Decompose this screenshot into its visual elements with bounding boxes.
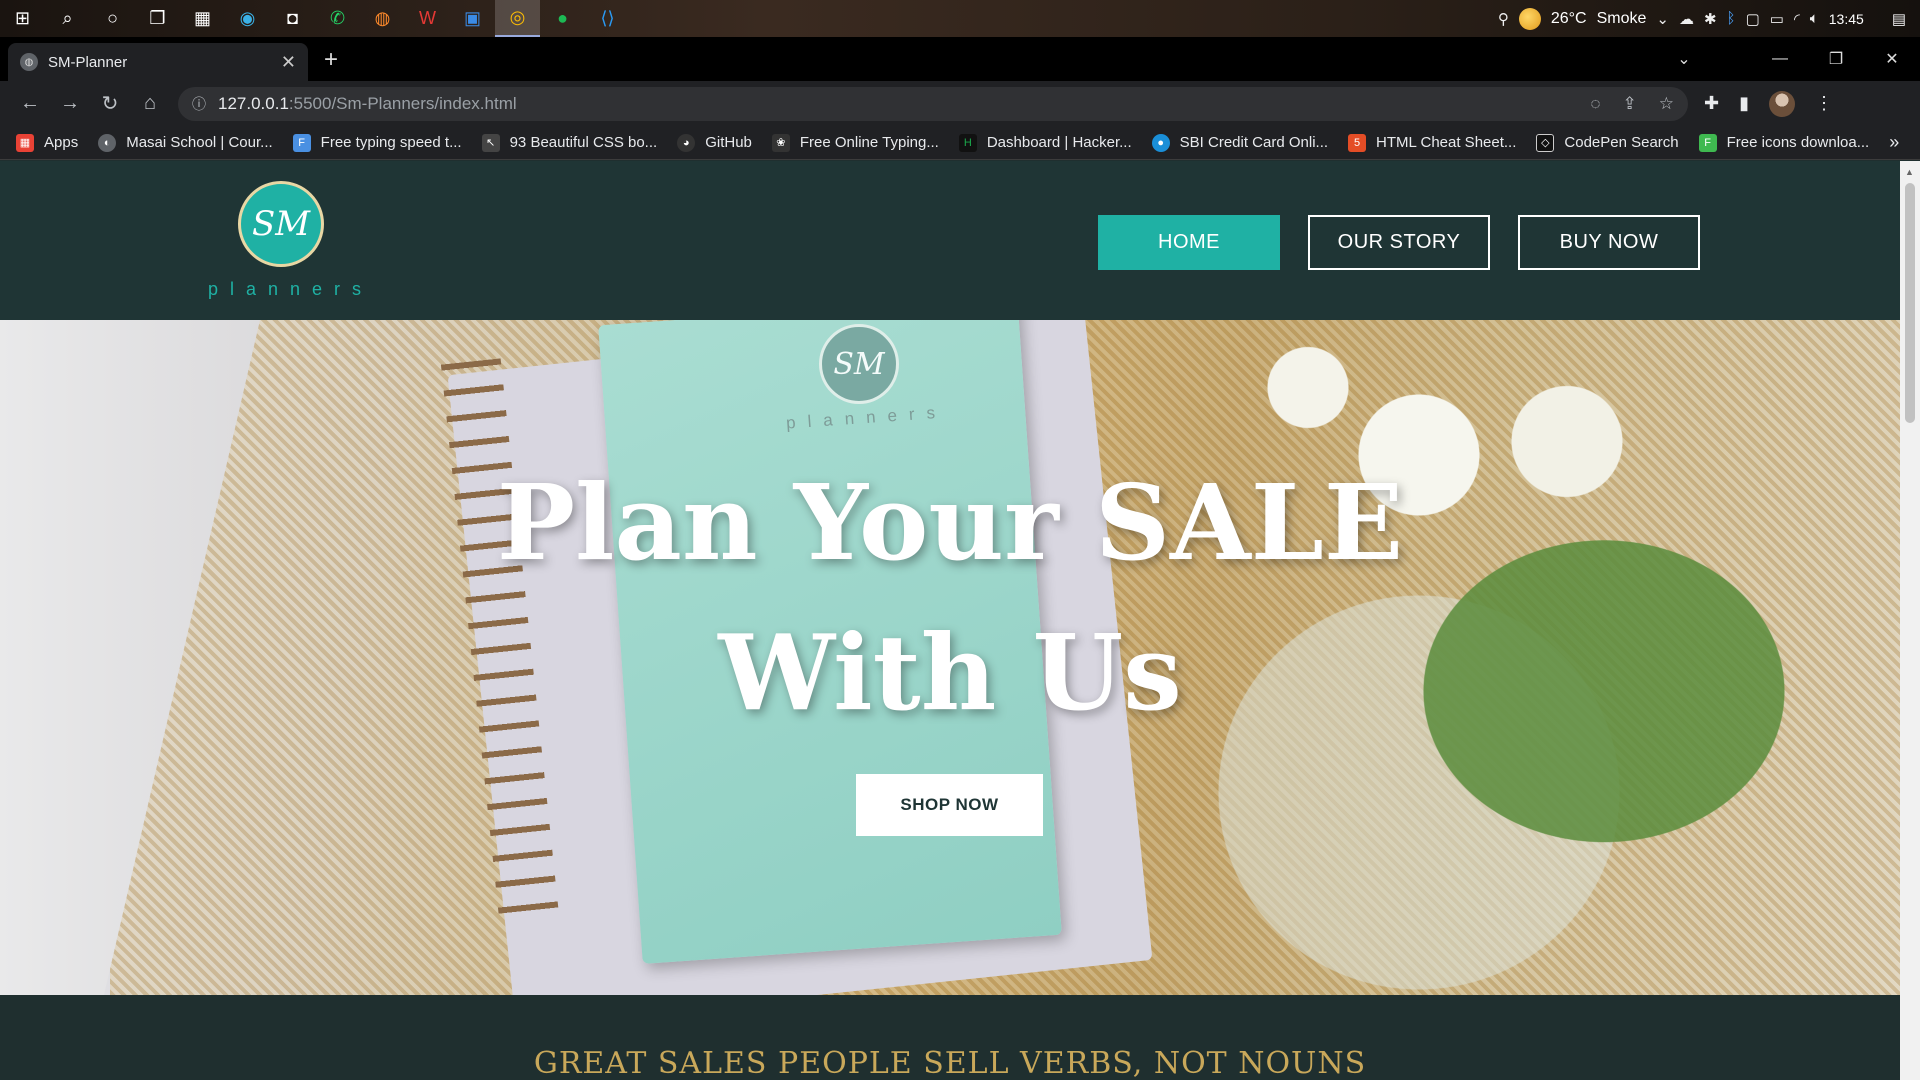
browser-toolbar: ← → ↻ ⌂ ⓘ 127.0.0.1:5500/Sm-Planners/ind…: [0, 81, 1920, 126]
close-window-icon[interactable]: ✕: [1864, 49, 1920, 69]
vscode-icon[interactable]: ⟨⟩: [585, 0, 630, 37]
scroll-up-icon[interactable]: ▲: [1905, 167, 1914, 177]
weather-desc[interactable]: Smoke: [1597, 10, 1647, 28]
eye-off-icon[interactable]: ◌: [1590, 94, 1600, 114]
slack-icon[interactable]: ✱: [1704, 10, 1717, 28]
address-bar[interactable]: ⓘ 127.0.0.1:5500/Sm-Planners/index.html …: [178, 86, 1688, 121]
task-view-icon[interactable]: ❐: [135, 0, 180, 37]
bookmark-item[interactable]: H Dashboard | Hacker...: [958, 133, 1132, 152]
chevron-up-icon[interactable]: ⌄: [1656, 10, 1669, 28]
forward-icon[interactable]: →: [50, 92, 90, 115]
url-path: :5500/Sm-Planners/index.html: [288, 93, 517, 113]
bookmarks-bar: ▦ Apps ◐ Masai School | Cour... F Free typi…: [0, 126, 1920, 160]
new-tab-icon[interactable]: +: [324, 46, 338, 74]
github-icon: ◕: [677, 133, 696, 152]
chrome-icon[interactable]: ◎: [495, 0, 540, 37]
windows-start-icon[interactable]: ⊞: [0, 0, 45, 37]
flaticon-icon: F: [1698, 133, 1717, 152]
nav-buy-now[interactable]: BUY NOW: [1518, 215, 1700, 270]
hero-photo-monogram: SM: [819, 324, 899, 404]
weather-icon[interactable]: [1518, 7, 1541, 30]
logo-text: planners: [208, 279, 374, 299]
windows-taskbar: ⊞ ⌕ ○ ❐ ▦ ◉ ◘ ✆ ◍ W ▣ ◎ ● ⟨⟩ ⚲ 26°C Smok…: [0, 0, 1920, 37]
volume-icon[interactable]: 🔈︎: [1810, 10, 1819, 27]
html5-icon: 5: [1348, 133, 1367, 152]
clock[interactable]: 13:45: [1829, 11, 1864, 27]
tab-search-icon[interactable]: ⌄: [1656, 49, 1712, 69]
weather-temp[interactable]: 26°C: [1551, 10, 1587, 28]
wps-office-icon[interactable]: W: [405, 0, 450, 37]
bookmark-item[interactable]: 5 HTML Cheat Sheet...: [1348, 133, 1516, 152]
logo-monogram: SM: [238, 181, 324, 267]
store-icon[interactable]: ▣: [450, 0, 495, 37]
onedrive-icon[interactable]: ☁: [1679, 10, 1694, 28]
nav-our-story[interactable]: OUR STORY: [1308, 215, 1490, 270]
bookmark-star-icon[interactable]: ☆: [1659, 94, 1674, 114]
cursor-icon: ↖: [481, 133, 500, 152]
hero-title-line1: Plan Your SALE: [496, 461, 1404, 584]
page-viewport: SM planners HOME OUR STORY BUY NOW SM pl…: [0, 161, 1900, 1080]
reload-icon[interactable]: ↻: [90, 91, 130, 116]
site-header: SM planners HOME OUR STORY BUY NOW: [0, 161, 1900, 320]
sbi-icon: ●: [1151, 133, 1170, 152]
spotify-icon[interactable]: ●: [540, 0, 585, 37]
nav-home[interactable]: HOME: [1098, 215, 1280, 270]
url-host: 127.0.0.1: [218, 93, 289, 113]
main-nav: HOME OUR STORY BUY NOW: [1098, 215, 1700, 270]
bookmark-item[interactable]: ◐ Masai School | Cour...: [98, 133, 273, 152]
notifications-icon[interactable]: ▤: [1892, 10, 1906, 28]
back-icon[interactable]: ←: [10, 92, 50, 115]
battery-icon[interactable]: ▭: [1770, 10, 1784, 28]
bookmark-item[interactable]: F Free icons downloa...: [1698, 133, 1869, 152]
browser-tab[interactable]: ◍ SM-Planner ✕: [8, 43, 308, 81]
camera-icon[interactable]: ◘: [270, 0, 315, 37]
bluetooth-icon[interactable]: ᛒ: [1727, 10, 1736, 27]
shop-now-button[interactable]: SHOP NOW: [856, 774, 1043, 836]
codepen-icon: ◇: [1536, 133, 1555, 152]
wifi-icon[interactable]: ◜: [1794, 10, 1800, 28]
whatsapp-icon[interactable]: ✆: [315, 0, 360, 37]
profile-avatar[interactable]: [1769, 90, 1795, 117]
hackerrank-icon: H: [958, 133, 977, 152]
restore-icon[interactable]: ❐: [1808, 49, 1864, 69]
bookmark-item[interactable]: ◇ CodePen Search: [1536, 133, 1679, 152]
bookmark-item[interactable]: ◕ GitHub: [677, 133, 752, 152]
typing-icon: F: [292, 133, 311, 152]
paw-icon: ❀: [771, 133, 790, 152]
people-icon[interactable]: ⚲: [1498, 10, 1509, 28]
hero-section: SM planners Plan Your SALE With Us SHOP …: [0, 320, 1900, 995]
search-icon[interactable]: ⌕: [45, 0, 90, 37]
firefox-icon[interactable]: ◍: [360, 0, 405, 37]
bookmark-item[interactable]: ↖ 93 Beautiful CSS bo...: [481, 133, 657, 152]
tab-title: SM-Planner: [48, 53, 128, 71]
home-icon[interactable]: ⌂: [130, 92, 170, 115]
cortana-icon[interactable]: ○: [90, 0, 135, 37]
extensions-icon[interactable]: ✚: [1704, 93, 1719, 114]
section-tagline: GREAT SALES PEOPLE SELL VERBS, NOT NOUNS: [533, 1046, 1367, 1080]
browser-tab-strip: ◍ SM-Planner ✕ + ⌄ — ❐ ✕: [0, 37, 1920, 81]
more-bookmarks-icon[interactable]: »: [1889, 132, 1899, 153]
scrollbar-thumb[interactable]: [1905, 183, 1915, 423]
hero-title: Plan Your SALE With Us: [0, 448, 1900, 748]
masai-icon: ◐: [98, 133, 117, 152]
meet-icon[interactable]: ▢: [1746, 10, 1760, 28]
close-tab-icon[interactable]: ✕: [281, 52, 296, 73]
calculator-icon[interactable]: ▦: [180, 0, 225, 37]
share-icon[interactable]: ⇪: [1623, 94, 1637, 114]
edge-icon[interactable]: ◉: [225, 0, 270, 37]
bookmark-item[interactable]: ▦ Apps: [16, 133, 78, 152]
bookmark-item[interactable]: ❀ Free Online Typing...: [771, 133, 939, 152]
minimize-icon[interactable]: —: [1752, 50, 1808, 68]
menu-icon[interactable]: ⋮: [1815, 93, 1833, 114]
hero-title-line2: With Us: [718, 611, 1182, 734]
page-scrollbar[interactable]: ▲: [1900, 161, 1920, 1080]
site-info-icon[interactable]: ⓘ: [192, 94, 206, 114]
site-logo[interactable]: SM planners: [196, 181, 366, 300]
globe-icon: ◍: [20, 53, 38, 71]
apps-grid-icon: ▦: [16, 133, 34, 152]
bookmark-item[interactable]: ● SBI Credit Card Onli...: [1151, 133, 1328, 152]
side-panel-icon[interactable]: ▮: [1739, 93, 1749, 114]
bookmark-item[interactable]: F Free typing speed t...: [292, 133, 462, 152]
